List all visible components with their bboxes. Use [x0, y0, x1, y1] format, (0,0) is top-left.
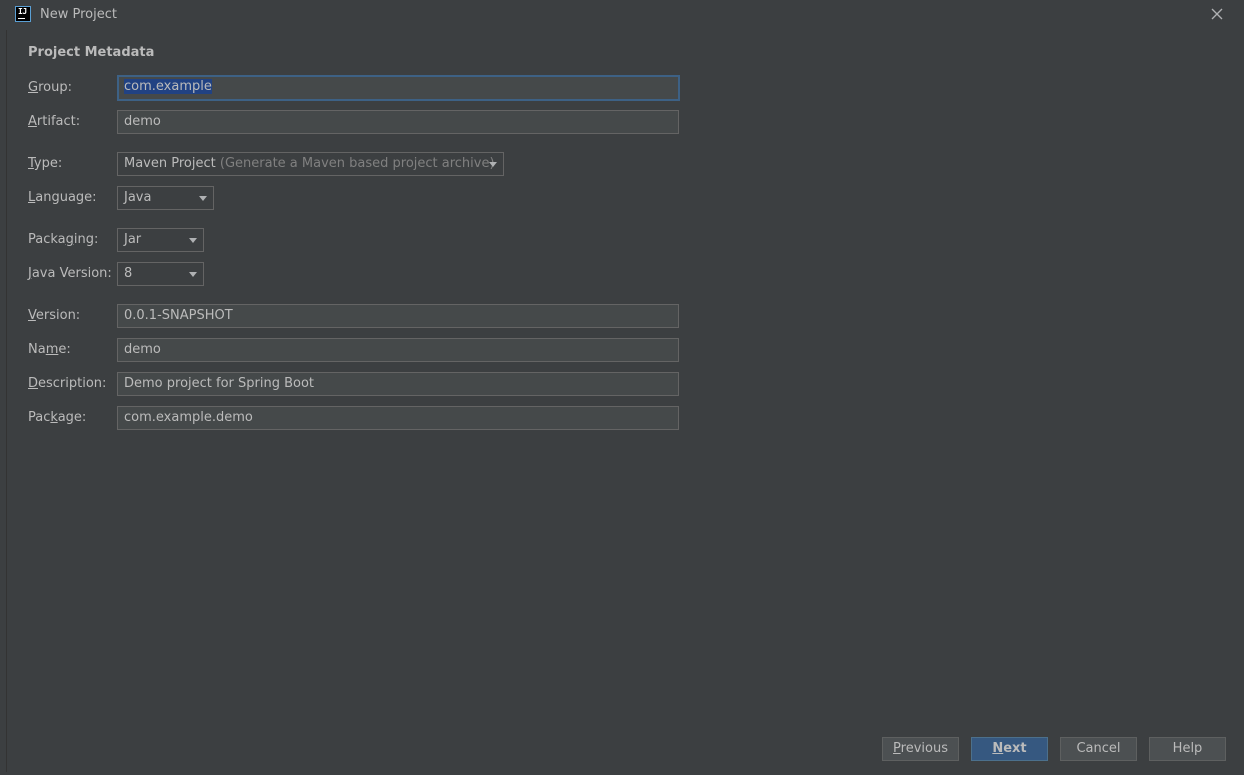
type-select-hint: (Generate a Maven based project archive): [219, 156, 495, 171]
language-label: Language:: [28, 190, 97, 205]
artifact-label: Artifact:: [28, 114, 81, 129]
description-input[interactable]: Demo project for Spring Boot: [117, 372, 679, 396]
help-button[interactable]: Help: [1149, 737, 1226, 761]
java-version-label: Java Version:: [28, 266, 112, 281]
chevron-down-icon: [189, 272, 197, 277]
type-label: Type:: [28, 156, 63, 171]
artifact-input[interactable]: demo: [117, 110, 679, 134]
cancel-button[interactable]: Cancel: [1060, 737, 1137, 761]
chevron-down-icon: [189, 238, 197, 243]
version-input[interactable]: 0.0.1-SNAPSHOT: [117, 304, 679, 328]
group-input-value: com.example: [124, 79, 212, 94]
chevron-down-icon: [489, 162, 497, 167]
next-button[interactable]: Next: [971, 737, 1048, 761]
packaging-select-value: Jar: [124, 232, 142, 247]
package-input[interactable]: com.example.demo: [117, 406, 679, 430]
name-label: Name:: [28, 342, 71, 357]
java-version-select-value: 8: [124, 266, 133, 281]
packaging-select[interactable]: Jar: [117, 228, 204, 252]
packaging-label: Packaging:: [28, 232, 99, 247]
group-label: Group:: [28, 80, 72, 95]
previous-button[interactable]: Previous: [882, 737, 959, 761]
intellij-logo-icon: IJ: [15, 6, 31, 22]
group-input[interactable]: com.example: [117, 75, 680, 101]
app-icon-underline: [18, 18, 25, 19]
language-select[interactable]: Java: [117, 186, 214, 210]
window-title: New Project: [40, 7, 117, 22]
app-icon-text: IJ: [18, 7, 27, 16]
name-input[interactable]: demo: [117, 338, 679, 362]
language-select-value: Java: [124, 190, 152, 205]
title-bar: IJ New Project: [0, 0, 1244, 30]
type-select-value: Maven Project: [124, 156, 216, 171]
package-label: Package:: [28, 410, 87, 425]
section-title: Project Metadata: [28, 45, 155, 60]
version-label: Version:: [28, 308, 81, 323]
chevron-down-icon: [199, 196, 207, 201]
java-version-select[interactable]: 8: [117, 262, 204, 286]
close-icon[interactable]: [1210, 7, 1224, 21]
description-label: Description:: [28, 376, 107, 391]
content-area: [6, 30, 1243, 772]
new-project-dialog: IJ New Project Project Metadata Group: c…: [0, 0, 1244, 775]
type-select[interactable]: Maven Project (Generate a Maven based pr…: [117, 152, 504, 176]
